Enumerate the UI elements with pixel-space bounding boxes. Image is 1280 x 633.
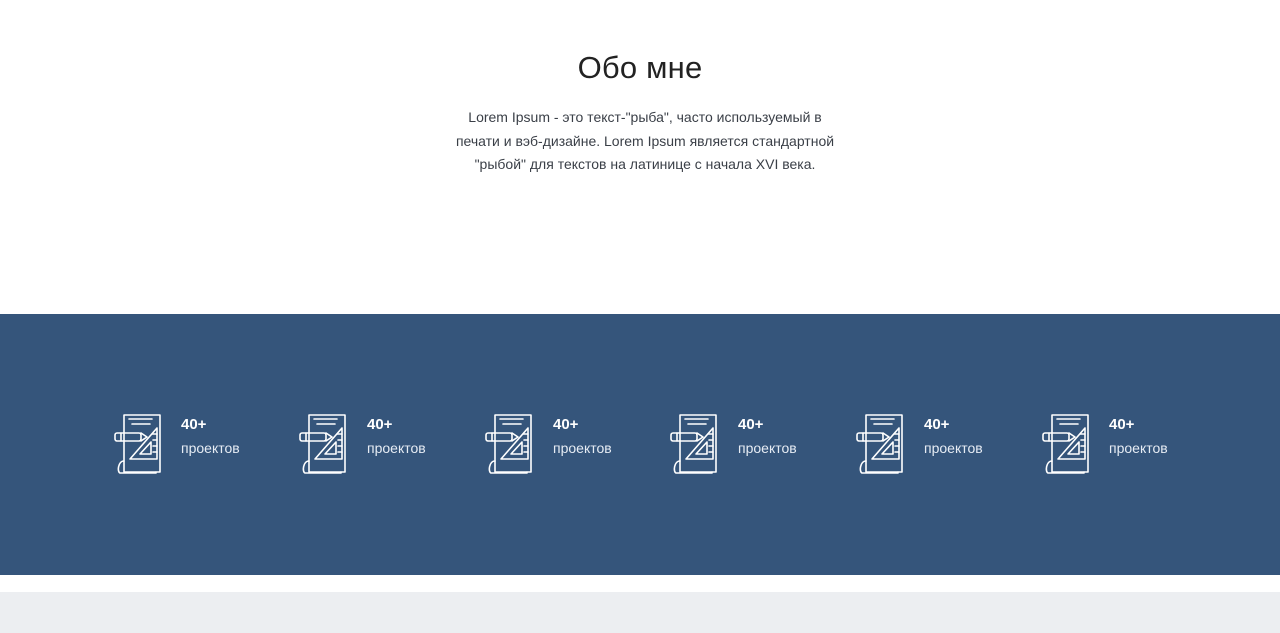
stats-section: 40+ проектов 40+ проектов 40+ проектов 4…: [0, 314, 1280, 575]
blueprint-drafting-icon: [483, 412, 535, 478]
section-spacer: [0, 575, 1280, 592]
blueprint-drafting-icon: [668, 412, 720, 478]
stat-label: проектов: [1109, 440, 1168, 456]
stat-number: 40+: [1109, 416, 1135, 433]
stat-label: проектов: [738, 440, 797, 456]
stat-item: 40+ проектов: [483, 412, 653, 478]
stat-label: проектов: [181, 440, 240, 456]
stat-item: 40+ проектов: [668, 412, 838, 478]
next-section: [0, 592, 1280, 633]
about-title: Обо мне: [577, 50, 703, 85]
stat-label: проектов: [367, 440, 426, 456]
about-section: Обо мне Lorem Ipsum - это текст-"рыба", …: [0, 0, 1280, 314]
stat-item: 40+ проектов: [112, 412, 282, 478]
blueprint-drafting-icon: [112, 412, 164, 478]
stat-number: 40+: [553, 416, 579, 433]
stat-number: 40+: [367, 416, 393, 433]
stat-item: 40+ проектов: [1040, 412, 1210, 478]
blueprint-drafting-icon: [854, 412, 906, 478]
stat-label: проектов: [924, 440, 983, 456]
stat-number: 40+: [738, 416, 764, 433]
stat-number: 40+: [181, 416, 207, 433]
about-description: Lorem Ipsum - это текст-"рыба", часто ис…: [455, 109, 835, 172]
blueprint-drafting-icon: [297, 412, 349, 478]
stat-item: 40+ проектов: [297, 412, 467, 478]
stat-item: 40+ проектов: [854, 412, 1024, 478]
blueprint-drafting-icon: [1040, 412, 1092, 478]
stat-number: 40+: [924, 416, 950, 433]
stat-label: проектов: [553, 440, 612, 456]
